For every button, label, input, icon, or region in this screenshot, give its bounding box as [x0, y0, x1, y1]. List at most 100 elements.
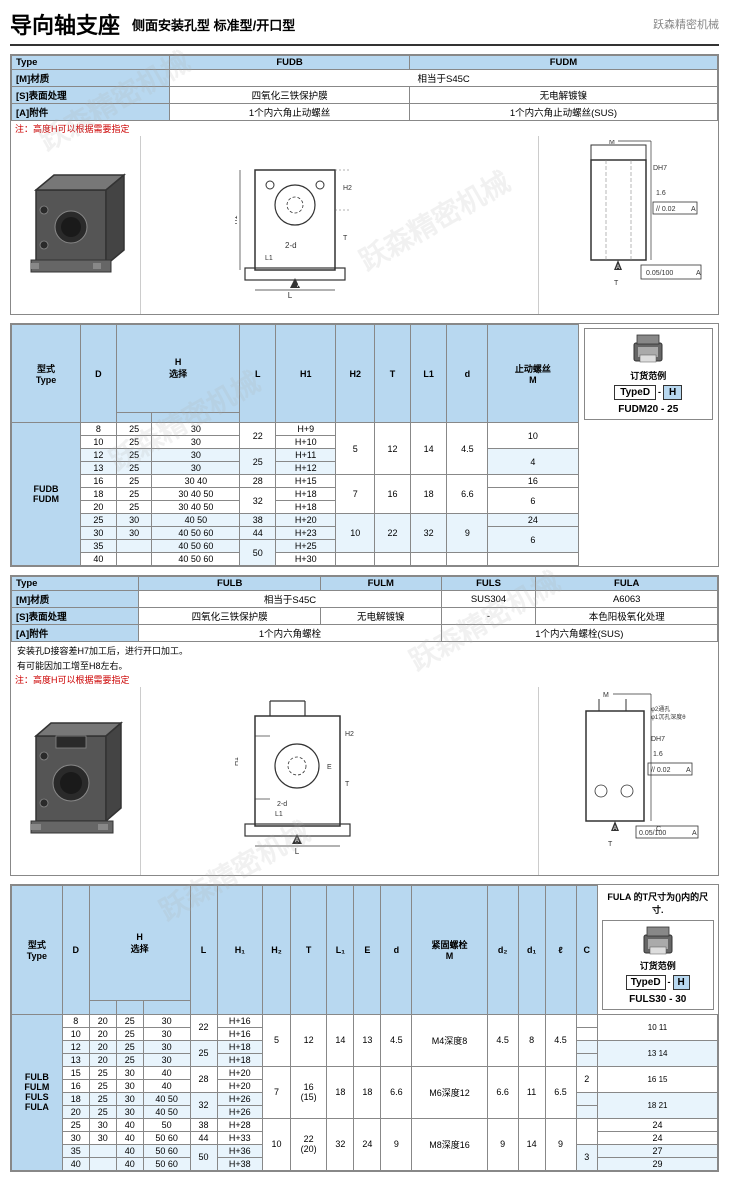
h1-25: H+25	[276, 540, 336, 553]
svg-text:A: A	[297, 282, 302, 289]
section-ful: Type FULB FULM FULS FULA [M]材质 相当于S45C S…	[10, 575, 719, 876]
svg-text:// 0.02: // 0.02	[651, 767, 671, 774]
d-12: 12	[81, 449, 117, 462]
type-label-2: Type	[12, 577, 139, 591]
l-28: 28	[240, 475, 276, 488]
order-h-1: H	[663, 385, 682, 400]
l2-6.5: 6.5	[545, 1066, 576, 1118]
h1-9: H+9	[276, 423, 336, 436]
order-dash-1: -	[658, 387, 661, 397]
svg-text:L1: L1	[275, 811, 283, 818]
svg-text:2-d: 2-d	[277, 801, 287, 808]
d-16: 16	[81, 475, 117, 488]
surface-fudb: 四氧化三铁保护膜	[170, 87, 410, 104]
col2-h: H选择	[89, 886, 190, 1001]
h2-30: 30	[143, 1014, 190, 1027]
h2-30d: 30	[143, 1053, 190, 1066]
h-30f-40-50: 30 40 50	[152, 488, 240, 501]
h2-40j: 40	[116, 1131, 143, 1144]
data-table-2: 型式Type D H选择 L H₁ H₂ T L₁ E d 紧固螺栓M d₂ d…	[11, 885, 718, 1171]
d-20: 20	[81, 501, 117, 514]
e2-18-21: 18 21	[598, 1092, 718, 1118]
d-40: 40	[81, 553, 117, 566]
e2-13-14: 13 14	[598, 1040, 718, 1066]
drawing-svg-2r: φ2通孔 φ1沉孔深度θ DH7 M C 1.6 0.05/100 A	[551, 691, 706, 871]
h-30e-40: 30 40	[152, 475, 240, 488]
h12-36: H+36	[217, 1144, 263, 1157]
h1-23: H+23	[276, 527, 336, 540]
h1-20: H+20	[276, 514, 336, 527]
d12-14: 14	[518, 1118, 545, 1170]
e2-29: 29	[598, 1157, 718, 1170]
table-row: 15 253040 28 H+20 7 16(15) 18 18 6.6 M6深…	[12, 1066, 718, 1079]
col2-d2b: d₂	[487, 886, 518, 1015]
h2-5: 5	[336, 423, 375, 475]
col2-l: L	[190, 886, 217, 1015]
c2-empty	[576, 1014, 598, 1027]
page-title-main: 导向轴支座	[10, 8, 120, 40]
col2-t: T	[290, 886, 327, 1015]
svg-text:0.05/100: 0.05/100	[639, 830, 666, 837]
e2-27: 27	[598, 1144, 718, 1157]
h-empty2	[116, 553, 152, 566]
d-8: 8	[81, 423, 117, 436]
e2-24b: 24	[598, 1131, 718, 1144]
h-30i: 30	[116, 527, 152, 540]
d2-12: 12	[62, 1040, 89, 1053]
d2-40: 40	[62, 1157, 89, 1170]
h-25e: 25	[116, 475, 152, 488]
order-dash-2: -	[668, 977, 671, 987]
screw2-m4: M4深度8	[412, 1014, 487, 1066]
h2-20c: 20	[89, 1040, 116, 1053]
d12-11: 11	[518, 1066, 545, 1118]
d2-10: 10	[62, 1027, 89, 1040]
h-25g: 25	[116, 501, 152, 514]
printer-svg	[630, 333, 666, 363]
col2-hb	[116, 1001, 143, 1014]
h2-30i: 30	[89, 1118, 116, 1131]
svg-text:L: L	[287, 291, 292, 300]
h2-30e: 30	[116, 1066, 143, 1079]
h12-16: H+16	[217, 1014, 263, 1027]
screw-24: 24	[488, 514, 578, 527]
page-header: 导向轴支座 侧面安装孔型 标准型/开口型 跃森精密机械	[10, 8, 719, 46]
h22-7: 7	[263, 1066, 291, 1118]
col-screw: 止动螺丝M	[488, 325, 578, 423]
h2-25: 25	[116, 1014, 143, 1027]
table-row: FULBFULMFULSFULA 8 202530 22 H+16 5 12 1…	[12, 1014, 718, 1027]
c2-empty4	[576, 1053, 598, 1066]
col2-c: C	[576, 886, 598, 1015]
svg-text:L1: L1	[265, 255, 273, 262]
h1-11: H+11	[276, 449, 336, 462]
l2-32: 32	[190, 1092, 217, 1118]
svg-text:φ1沉孔深度θ: φ1沉孔深度θ	[651, 713, 686, 721]
type-fula: FULA	[536, 577, 718, 591]
h-30g-40-50: 30 40 50	[152, 501, 240, 514]
surface-fudm: 无电解镀镍	[409, 87, 717, 104]
info-table-2: Type FULB FULM FULS FULA [M]材质 相当于S45C S…	[11, 576, 718, 642]
c2-2: 2	[576, 1066, 598, 1092]
l2-38: 38	[190, 1118, 217, 1131]
svg-text:H1: H1	[235, 757, 240, 766]
c2-empty7	[576, 1118, 598, 1144]
note-1: 注：高度H可以根据需要指定	[11, 121, 718, 136]
svg-text:T: T	[614, 280, 619, 287]
svg-text:A: A	[691, 206, 696, 213]
col-h-b	[152, 412, 240, 422]
h1-10: H+10	[276, 436, 336, 449]
svg-text:A: A	[686, 767, 691, 774]
e2-11: 10 11	[598, 1014, 718, 1040]
d-13: 13	[81, 462, 117, 475]
h2-50-60j: 50 60	[143, 1131, 190, 1144]
l2-22: 22	[190, 1014, 217, 1040]
d-4.5: 4.5	[447, 423, 488, 475]
h2-30h: 30	[116, 1105, 143, 1118]
drawing-svg-2: E L H1 2-d L1 A H2 T	[235, 691, 445, 871]
surface-fulb: 四氧化三铁保护膜	[139, 608, 321, 625]
page: 跃森精密机械 跃森精密机械 跃森精密机械 跃森精密机械 跃森精密机械 导向轴支座…	[0, 0, 729, 1188]
h12-18: H+18	[217, 1040, 263, 1053]
d-9: 9	[447, 514, 488, 553]
surface-label-2: [S]表面处理	[12, 608, 139, 625]
h2-40-50h: 40 50	[143, 1105, 190, 1118]
svg-text:1.6: 1.6	[656, 190, 666, 197]
